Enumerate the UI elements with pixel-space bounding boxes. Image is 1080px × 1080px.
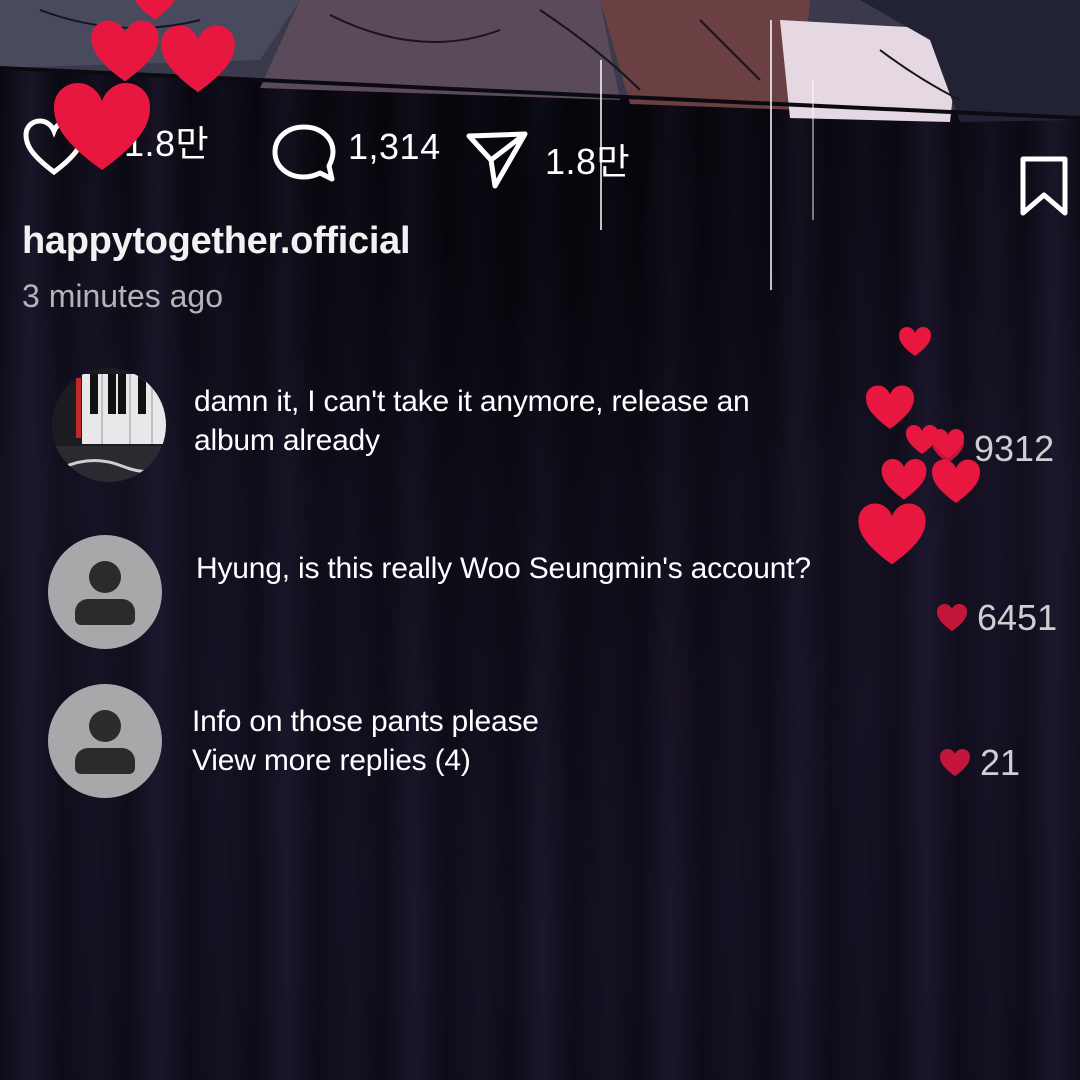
like-button[interactable]: 1.8만 [22,118,209,176]
heart-filled-icon [932,434,964,463]
like-count: 1.8만 [124,123,210,164]
bookmark-icon [1020,156,1068,216]
comment-like-count: 21 [980,742,1021,783]
avatar-body [75,599,135,625]
comment-count: 1,314 [348,126,441,167]
heart-filled-icon [937,603,967,632]
avatar-head [89,561,121,593]
comment-like-count: 9312 [974,428,1055,469]
comment-text-line: Hyung, is this really Woo Seungmin's acc… [196,552,811,585]
heart-filled-icon [940,748,970,777]
comment-text: Info on those pants please View more rep… [192,702,539,780]
save-button[interactable] [1018,155,1070,224]
comment-text-line: damn it, I can't take it anymore, releas… [194,385,750,418]
avatar[interactable] [48,684,162,798]
comment-item: damn it, I can't take it anymore, releas… [0,368,1080,488]
comment-button[interactable]: 1,314 [270,122,441,184]
comment-like-count: 6451 [977,597,1058,638]
comment-text: Hyung, is this really Woo Seungmin's acc… [196,549,811,588]
comment-like-button[interactable]: 6451 [935,597,1057,639]
speech-bubble-icon [272,124,336,182]
comment-text-line: Info on those pants please [192,705,539,738]
comment-like-button[interactable]: 21 [938,742,1020,784]
view-more-replies-link[interactable]: View more replies (4) [192,741,539,780]
avatar-head [89,710,121,742]
post-username[interactable]: happytogether.official [22,220,411,263]
post-actions-bar: 1.8만 1,314 1.8만 [0,100,1080,200]
comment-like-button[interactable]: 9312 [930,428,1054,470]
avatar[interactable] [52,368,166,482]
share-button[interactable]: 1.8만 [465,128,630,190]
paper-plane-icon [466,131,528,189]
comment-text: damn it, I can't take it anymore, releas… [194,382,750,460]
avatar-body [75,748,135,774]
comment-text-line: album already [194,424,380,457]
avatar[interactable] [48,535,162,649]
comment-item: Info on those pants please View more rep… [0,684,1080,804]
heart-outline-icon [23,118,85,176]
post-timestamp: 3 minutes ago [22,278,224,314]
share-count: 1.8만 [545,141,631,182]
comment-item: Hyung, is this really Woo Seungmin's acc… [0,535,1080,655]
